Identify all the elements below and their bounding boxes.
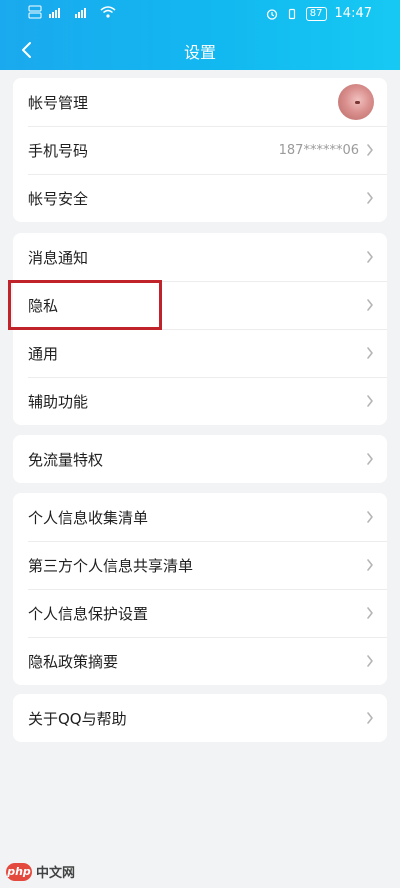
- status-left: [28, 5, 116, 19]
- row-about-qq[interactable]: 关于QQ与帮助: [13, 694, 387, 742]
- row-privacy[interactable]: 隐私: [13, 281, 387, 329]
- status-bar: 87 14:47: [0, 0, 400, 28]
- chevron-right-icon: [367, 655, 373, 667]
- row-notifications[interactable]: 消息通知: [13, 233, 387, 281]
- settings-group-about: 关于QQ与帮助: [13, 694, 387, 742]
- chevron-right-icon: [367, 192, 373, 204]
- row-label: 隐私政策摘要: [28, 652, 119, 671]
- row-label: 隐私: [28, 296, 59, 315]
- row-account-management[interactable]: 帐号管理: [13, 78, 387, 126]
- row-info-protection[interactable]: 个人信息保护设置: [13, 589, 387, 637]
- row-label: 帐号管理: [28, 93, 89, 112]
- row-accessibility[interactable]: 辅助功能: [13, 377, 387, 425]
- app-header: 87 14:47 设置: [0, 0, 400, 70]
- status-right: 87 14:47: [266, 6, 372, 21]
- page-title: 设置: [183, 43, 216, 62]
- avatar: [338, 84, 374, 120]
- phone-value: 187******06: [278, 142, 359, 158]
- row-label: 关于QQ与帮助: [28, 709, 127, 728]
- row-info-collection[interactable]: 个人信息收集清单: [13, 493, 387, 541]
- chevron-right-icon: [367, 395, 373, 407]
- row-third-party-sharing[interactable]: 第三方个人信息共享清单: [13, 541, 387, 589]
- sim-icon: [28, 5, 42, 19]
- chevron-right-icon: [367, 347, 373, 359]
- row-privacy-summary[interactable]: 隐私政策摘要: [13, 637, 387, 685]
- watermark-text: 中文网: [36, 866, 76, 881]
- row-label: 帐号安全: [28, 189, 89, 208]
- alarm-icon: [266, 8, 277, 20]
- row-label: 第三方个人信息共享清单: [28, 556, 194, 575]
- settings-group-account: 帐号管理 手机号码 187******06 帐号安全: [13, 78, 387, 222]
- battery-indicator: 87: [305, 6, 327, 21]
- row-phone-number[interactable]: 手机号码 187******06: [13, 126, 387, 174]
- signal-icon: [49, 8, 60, 18]
- signal-icon-2: [75, 8, 86, 18]
- row-label: 手机号码: [28, 141, 89, 160]
- settings-group-general: 消息通知 隐私 通用 辅助功能: [13, 233, 387, 425]
- row-general[interactable]: 通用: [13, 329, 387, 377]
- row-free-data[interactable]: 免流量特权: [13, 435, 387, 483]
- nav-bar: 设置: [0, 32, 400, 66]
- chevron-right-icon: [367, 453, 373, 465]
- status-time: 14:47: [334, 6, 372, 21]
- chevron-right-icon: [367, 607, 373, 619]
- chevron-right-icon: [367, 511, 373, 523]
- chevron-right-icon: [367, 251, 373, 263]
- chevron-right-icon: [367, 299, 373, 311]
- row-label: 个人信息保护设置: [28, 604, 149, 623]
- chevron-right-icon: [367, 712, 373, 724]
- row-label: 个人信息收集清单: [28, 508, 149, 527]
- watermark: php 中文网: [6, 862, 75, 881]
- row-label: 通用: [28, 344, 59, 363]
- row-label: 消息通知: [28, 248, 89, 267]
- chevron-right-icon: [367, 559, 373, 571]
- settings-group-data: 免流量特权: [13, 435, 387, 483]
- chevron-right-icon: [367, 144, 373, 156]
- watermark-badge: php: [6, 862, 32, 881]
- row-label: 免流量特权: [28, 450, 104, 469]
- vibrate-icon: [288, 8, 295, 19]
- row-account-security[interactable]: 帐号安全: [13, 174, 387, 222]
- wifi-icon: [100, 6, 116, 18]
- settings-group-personal-info: 个人信息收集清单 第三方个人信息共享清单 个人信息保护设置 隐私政策摘要: [13, 493, 387, 685]
- row-label: 辅助功能: [28, 392, 89, 411]
